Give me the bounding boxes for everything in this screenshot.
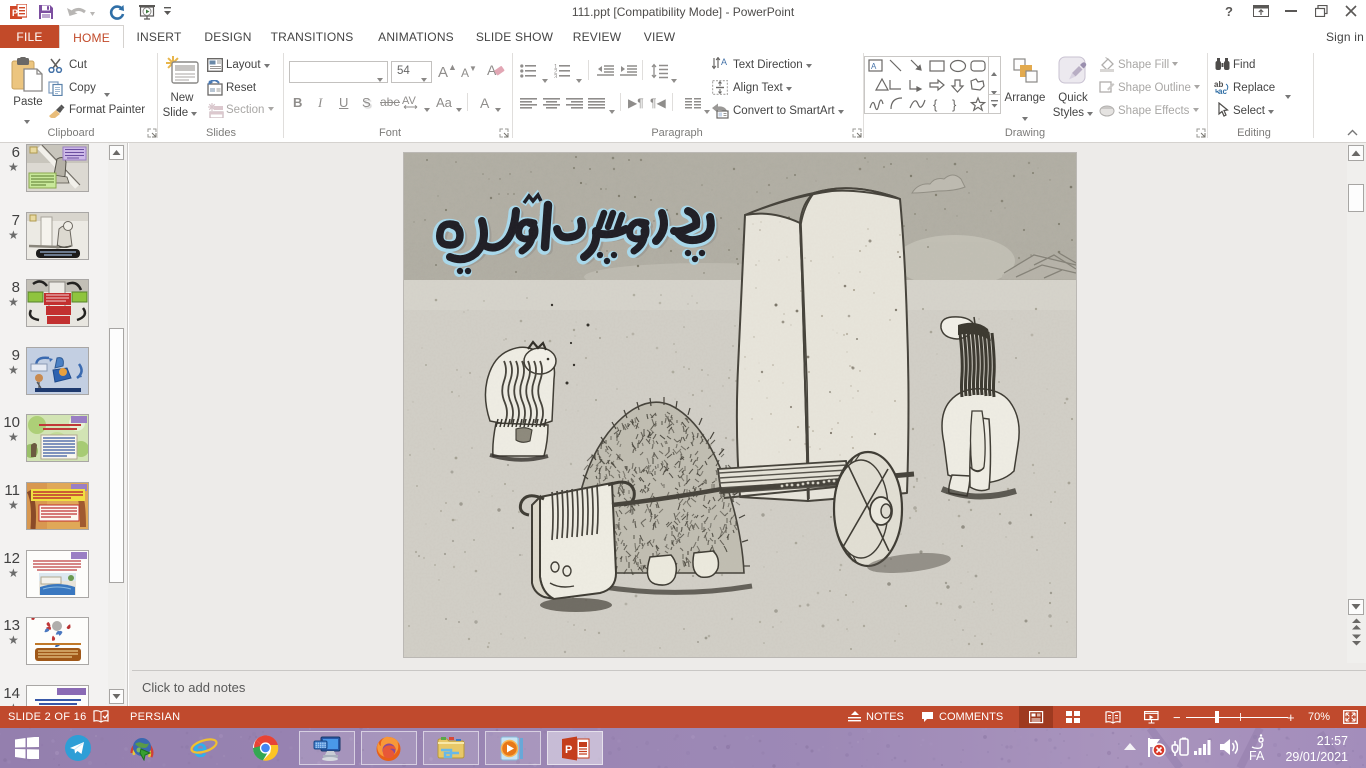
- svg-text:FA: FA: [1249, 749, 1265, 762]
- svg-text:{: {: [933, 97, 938, 112]
- svg-text:A: A: [871, 62, 877, 71]
- svg-text:}: }: [952, 97, 957, 112]
- svg-text:ac: ac: [1218, 87, 1227, 95]
- svg-text:P: P: [565, 744, 572, 756]
